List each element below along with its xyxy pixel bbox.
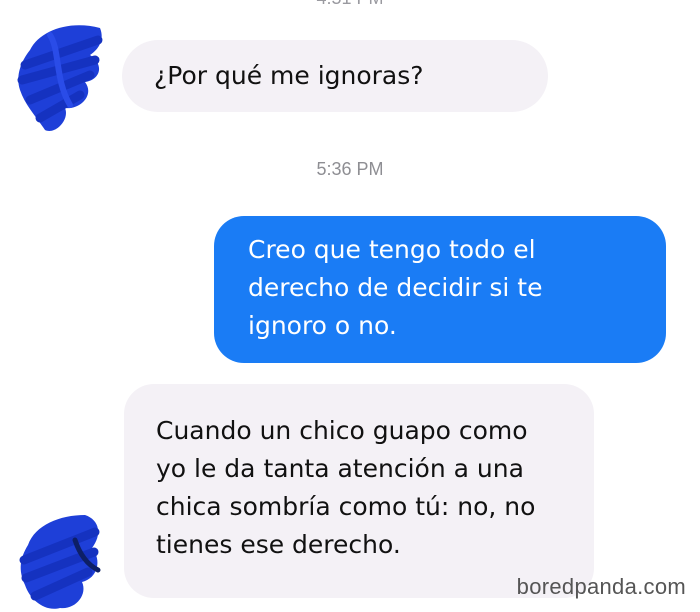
scribbled-avatar-icon [10,10,110,140]
message-text: ¿Por qué me ignoras? [154,61,424,90]
top-timestamp: 4:51 PM [0,0,700,9]
message-text: ignoro o no. [248,311,397,340]
message-text: chica sombría como tú: no, no [156,492,536,521]
message-text: Cuando un chico guapo como [156,416,528,445]
scribbled-avatar-icon [10,500,110,612]
message-bubble-incoming: ¿Por qué me ignoras? [122,40,548,112]
message-text: tienes ese derecho. [156,530,401,559]
message-text: Creo que tengo todo el [248,235,536,264]
message-bubble-outgoing: Creo que tengo todo el derecho de decidi… [214,216,666,363]
watermark: boredpanda.com [516,574,686,599]
message-timestamp: 5:36 PM [316,159,384,179]
message-bubble-incoming: Cuando un chico guapo como yo le da tant… [124,384,594,598]
message-text: yo le da tanta atención a una [156,454,524,483]
message-text: derecho de decidir si te [248,273,543,302]
chat-screen: 4:51 PM ¿Por qué me ignoras? 5:36 PM Cre… [0,0,700,612]
